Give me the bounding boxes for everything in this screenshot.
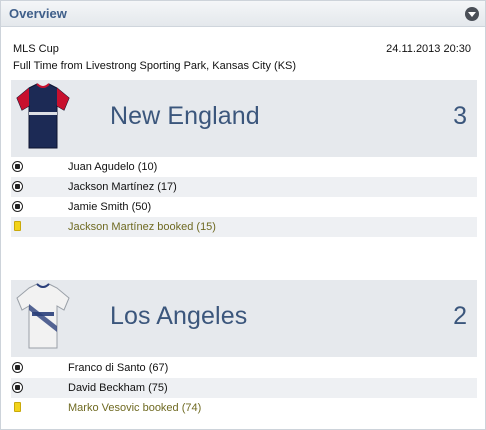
event-text: Franco di Santo (67) [68, 362, 169, 374]
event-row: Jamie Smith (50) [11, 197, 477, 217]
collapse-icon[interactable] [465, 7, 479, 21]
away-score: 2 [453, 302, 467, 330]
competition-name: MLS Cup [13, 43, 59, 55]
yellow-card-icon [14, 221, 21, 231]
event-text: Marko Vesovic booked (74) [68, 402, 202, 414]
away-team-name[interactable]: Los Angeles [110, 302, 247, 331]
home-team-name[interactable]: New England [110, 102, 260, 131]
home-team-header: New England 3 [11, 80, 477, 157]
event-row: Juan Agudelo (10) [11, 157, 477, 177]
event-row: Jackson Martínez booked (15) [11, 217, 477, 237]
match-datetime: 24.11.2013 20:30 [386, 43, 471, 55]
event-text: Jamie Smith (50) [68, 201, 152, 213]
yellow-card-icon [14, 402, 21, 412]
event-text: Jackson Martínez (17) [68, 181, 177, 193]
event-row: Jackson Martínez (17) [11, 177, 477, 197]
match-overview-panel: Overview MLS Cup 24.11.2013 20:30 Full T… [0, 0, 486, 430]
home-score: 3 [453, 102, 467, 130]
match-venue: Full Time from Livestrong Sporting Park,… [13, 60, 297, 72]
ball-icon [12, 181, 23, 192]
panel-header: Overview [1, 1, 485, 27]
event-text: David Beckham (75) [68, 382, 168, 394]
ball-icon [12, 161, 23, 172]
event-text: Jackson Martínez booked (15) [68, 221, 216, 233]
event-row: Franco di Santo (67) [11, 358, 477, 378]
ball-icon [12, 201, 23, 212]
event-row: Marko Vesovic booked (74) [11, 398, 477, 418]
home-kit-icon [16, 83, 70, 149]
ball-icon [12, 362, 23, 373]
event-text: Juan Agudelo (10) [68, 161, 158, 173]
away-team-header: Los Angeles 2 [11, 280, 477, 357]
event-row: David Beckham (75) [11, 378, 477, 398]
panel-title: Overview [9, 6, 67, 21]
away-kit-icon [16, 283, 70, 349]
ball-icon [12, 382, 23, 393]
